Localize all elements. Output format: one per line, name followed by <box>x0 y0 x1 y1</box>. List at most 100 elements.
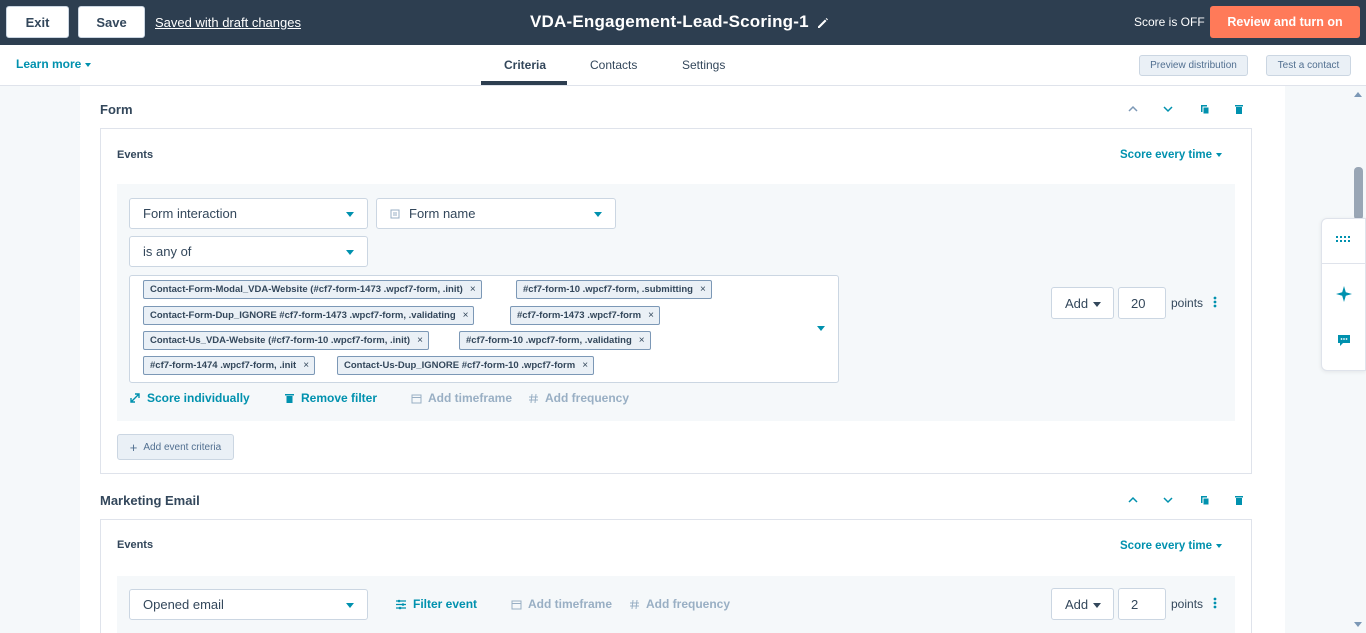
score-individually-link[interactable]: Score individually <box>129 391 250 405</box>
add-frequency-label: Add frequency <box>646 597 731 611</box>
events-label: Events <box>117 539 154 551</box>
add-frequency-link[interactable]: Add frequency <box>528 391 629 405</box>
property-select[interactable]: Form name <box>376 198 616 229</box>
add-frequency-link[interactable]: Add frequency <box>629 597 730 611</box>
remove-chip-icon[interactable]: × <box>417 335 423 346</box>
chevron-down-icon[interactable] <box>1162 103 1174 115</box>
copy-icon[interactable] <box>1198 103 1210 115</box>
scroll-down-icon[interactable] <box>1354 622 1362 627</box>
add-timeframe-label: Add timeframe <box>528 597 613 611</box>
score-every-time-label: Score every time <box>1120 540 1213 552</box>
trash-icon[interactable] <box>1233 103 1245 115</box>
value-chip: Contact-Us-Dup_IGNORE #cf7-form-10 .wpcf… <box>337 356 595 375</box>
add-subtract-select[interactable]: Add <box>1051 588 1114 620</box>
kebab-menu-icon[interactable] <box>1213 597 1217 609</box>
trash-icon <box>285 394 294 403</box>
calendar-icon <box>411 394 422 403</box>
tab-criteria[interactable]: Criteria <box>504 58 546 72</box>
score-every-time-dropdown[interactable]: Score every time <box>1120 540 1223 552</box>
caret-down-icon <box>1216 543 1223 548</box>
hashtag-icon <box>529 393 538 403</box>
chip-label: #cf7-form-10 .wpcf7-form, .submitting <box>523 284 693 295</box>
add-timeframe-link[interactable]: Add timeframe <box>511 597 612 611</box>
tab-settings[interactable]: Settings <box>682 58 725 72</box>
add-event-criteria-button[interactable]: + Add event criteria <box>117 434 234 460</box>
remove-chip-icon[interactable]: × <box>463 310 469 321</box>
pencil-icon[interactable] <box>815 15 831 31</box>
learn-more-label: Learn more <box>16 57 82 71</box>
review-and-turn-on-button[interactable]: Review and turn on <box>1210 6 1360 38</box>
kebab-menu-icon[interactable] <box>1213 296 1217 308</box>
active-tab-indicator <box>481 81 567 85</box>
remove-chip-icon[interactable]: × <box>648 310 654 321</box>
add-select-value: Add <box>1065 295 1089 311</box>
caret-down-icon[interactable] <box>817 326 825 331</box>
scrollbar-thumb[interactable] <box>1354 167 1363 220</box>
score-every-time-dropdown[interactable]: Score every time <box>1120 149 1223 161</box>
value-chip: #cf7-form-10 .wpcf7-form, .validating × <box>459 331 651 350</box>
add-select-value: Add <box>1065 596 1089 612</box>
draft-status-link[interactable]: Saved with draft changes <box>155 15 301 30</box>
event-type-value: Form interaction <box>143 206 237 221</box>
remove-chip-icon[interactable]: × <box>470 284 476 295</box>
remove-chip-icon[interactable]: × <box>700 284 706 295</box>
add-timeframe-link[interactable]: Add timeframe <box>411 391 512 405</box>
trash-icon[interactable] <box>1233 494 1245 506</box>
scroll-up-icon[interactable] <box>1354 92 1362 97</box>
email-section-title: Marketing Email <box>100 493 200 508</box>
remove-chip-icon[interactable]: × <box>639 335 645 346</box>
score-status: Score is OFF <box>1134 15 1205 29</box>
exit-button[interactable]: Exit <box>6 6 69 38</box>
chip-label: Contact-Us_VDA-Website (#cf7-form-10 .wp… <box>150 335 411 346</box>
chevron-up-icon[interactable] <box>1127 103 1139 115</box>
add-timeframe-label: Add timeframe <box>428 391 513 405</box>
chevron-down-icon[interactable] <box>1162 494 1174 506</box>
operator-value: is any of <box>143 244 192 259</box>
remove-chip-icon[interactable]: × <box>582 360 588 371</box>
chip-label: Contact-Us-Dup_IGNORE #cf7-form-10 .wpcf… <box>344 360 576 371</box>
caret-down-icon <box>1093 302 1101 307</box>
value-chip: #cf7-form-1474 .wpcf7-form, .init × <box>143 356 316 375</box>
plus-icon: + <box>129 439 138 455</box>
caret-down-icon <box>85 62 92 67</box>
calendar-icon <box>511 600 522 609</box>
event-type-select[interactable]: Form interaction <box>129 198 368 229</box>
grid-icon[interactable] <box>1336 236 1352 244</box>
add-event-criteria-label: Add event criteria <box>143 441 222 453</box>
points-label: points <box>1171 296 1204 310</box>
value-chip: Contact-Us_VDA-Website (#cf7-form-10 .wp… <box>143 331 429 350</box>
top-bar: Exit Save Saved with draft changes VDA-E… <box>0 0 1366 45</box>
divider <box>1322 263 1366 264</box>
chip-label: Contact-Form-Dup_IGNORE #cf7-form-1473 .… <box>150 310 456 321</box>
tab-contacts[interactable]: Contacts <box>590 58 637 72</box>
sparkle-icon[interactable] <box>1336 286 1352 302</box>
caret-down-icon <box>346 603 354 608</box>
expand-icon <box>130 393 140 403</box>
filter-event-link[interactable]: Filter event <box>395 597 477 611</box>
email-event-type-select[interactable]: Opened email <box>129 589 368 620</box>
learn-more-dropdown[interactable]: Learn more <box>16 57 92 71</box>
chip-label: #cf7-form-1474 .wpcf7-form, .init <box>150 360 297 371</box>
caret-down-icon <box>1216 152 1223 157</box>
page-title: VDA-Engagement-Lead-Scoring-1 <box>530 12 809 31</box>
add-subtract-select[interactable]: Add <box>1051 287 1114 319</box>
preview-distribution-button[interactable]: Preview distribution <box>1139 55 1248 76</box>
score-every-time-label: Score every time <box>1120 149 1213 161</box>
points-input[interactable]: 2 <box>1118 588 1166 620</box>
operator-select[interactable]: is any of <box>129 236 368 267</box>
points-input[interactable]: 20 <box>1118 287 1166 319</box>
chevron-up-icon[interactable] <box>1127 494 1139 506</box>
copy-icon[interactable] <box>1198 494 1210 506</box>
chat-icon[interactable] <box>1337 334 1351 347</box>
property-value: Form name <box>409 206 476 221</box>
chip-label: #cf7-form-10 .wpcf7-form, .validating <box>466 335 632 346</box>
remove-chip-icon[interactable]: × <box>303 360 309 371</box>
remove-filter-link[interactable]: Remove filter <box>284 391 377 405</box>
points-label: points <box>1171 597 1204 611</box>
save-button[interactable]: Save <box>78 6 145 38</box>
test-contact-button[interactable]: Test a contact <box>1266 55 1351 76</box>
chip-label: Contact-Form-Modal_VDA-Website (#cf7-for… <box>150 284 463 295</box>
events-label: Events <box>117 149 154 161</box>
value-chip: #cf7-form-1473 .wpcf7-form × <box>510 306 660 325</box>
caret-down-icon <box>346 250 354 255</box>
